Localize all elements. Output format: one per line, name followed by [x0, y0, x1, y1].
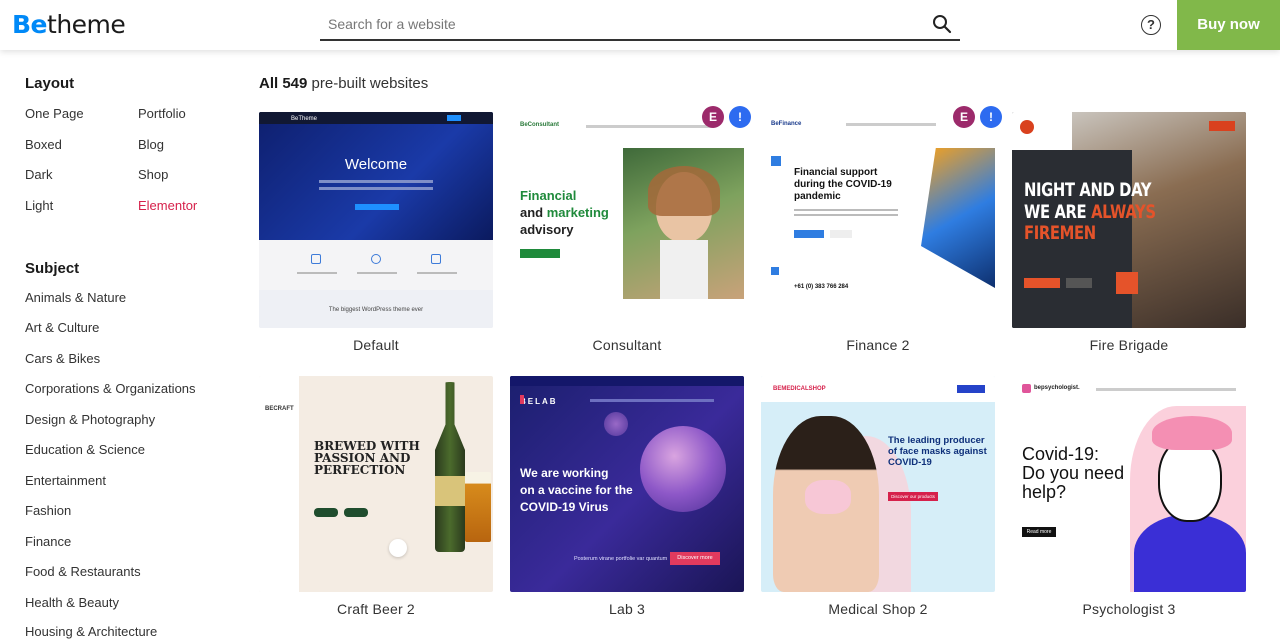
play-icon — [389, 539, 407, 557]
alert-badge-icon: ! — [729, 106, 751, 128]
website-thumbnail[interactable]: BeTheme Welcome The biggest WordPress th… — [259, 112, 493, 328]
website-card-medical-shop-2[interactable]: BEMEDICALSHOP The leading producer of fa… — [761, 376, 995, 617]
play-icon — [1116, 272, 1138, 294]
layout-heading: Layout — [25, 75, 75, 92]
website-thumbnail[interactable]: bepsychologist. Covid-19: Do you need he… — [1012, 376, 1246, 592]
layout-item-boxed[interactable]: Boxed — [25, 137, 62, 152]
websites-count-title: All 549 pre-built websites — [259, 75, 429, 92]
buy-now-button[interactable]: Buy now — [1177, 0, 1280, 50]
subject-item[interactable]: Entertainment — [25, 473, 106, 488]
subject-item[interactable]: Finance — [25, 534, 71, 549]
website-thumbnail[interactable]: BeConsultant Financial and marketing adv… — [510, 112, 744, 328]
layout-item-portfolio[interactable]: Portfolio — [138, 106, 186, 121]
card-title[interactable]: Psychologist 3 — [1012, 601, 1246, 617]
subject-item[interactable]: Fashion — [25, 503, 71, 518]
website-thumbnail[interactable]: BELAB We are working on a vaccine for th… — [510, 376, 744, 592]
subject-item[interactable]: Art & Culture — [25, 320, 99, 335]
subject-item[interactable]: Health & Beauty — [25, 595, 119, 610]
layout-item-elementor[interactable]: Elementor — [138, 198, 197, 213]
elementor-badge-icon: E — [702, 106, 724, 128]
layout-item-dark[interactable]: Dark — [25, 167, 52, 182]
subject-item[interactable]: Design & Photography — [25, 412, 155, 427]
layout-item-shop[interactable]: Shop — [138, 167, 168, 182]
subject-item[interactable]: Corporations & Organizations — [25, 381, 196, 396]
website-card-craft-beer-2[interactable]: BECRAFT BREWED WITH PASSION AND PERFECTI… — [259, 376, 493, 617]
card-title[interactable]: Lab 3 — [510, 601, 744, 617]
search-icon[interactable] — [932, 14, 952, 34]
subject-item[interactable]: Housing & Architecture — [25, 624, 157, 639]
face-mask — [805, 480, 851, 514]
alert-badge-icon: ! — [980, 106, 1002, 128]
face-illustration — [1158, 438, 1222, 522]
subject-heading: Subject — [25, 260, 80, 277]
card-title[interactable]: Consultant — [510, 337, 744, 353]
elementor-badge-icon: E — [953, 106, 975, 128]
search-bar — [320, 10, 960, 41]
search-input[interactable] — [320, 10, 910, 38]
card-title[interactable]: Finance 2 — [761, 337, 995, 353]
subject-item[interactable]: Cars & Bikes — [25, 351, 100, 366]
subject-item[interactable]: Food & Restaurants — [25, 564, 141, 579]
website-thumbnail[interactable]: BECRAFT BREWED WITH PASSION AND PERFECTI… — [259, 376, 493, 592]
website-card-fire-brigade[interactable]: NIGHT AND DAY WE ARE ALWAYS FIREMEN Fire… — [1012, 112, 1246, 353]
website-card-default[interactable]: BeTheme Welcome The biggest WordPress th… — [259, 112, 493, 353]
top-header: Betheme ? Buy now — [0, 0, 1280, 50]
subject-item[interactable]: Animals & Nature — [25, 290, 126, 305]
card-title[interactable]: Craft Beer 2 — [259, 601, 493, 617]
website-thumbnail[interactable]: BEMEDICALSHOP The leading producer of fa… — [761, 376, 995, 592]
layout-item-one-page[interactable]: One Page — [25, 106, 84, 121]
virus-image — [640, 426, 726, 512]
beer-glass — [465, 472, 491, 542]
betheme-logo[interactable]: Betheme — [12, 10, 126, 39]
website-thumbnail[interactable]: NIGHT AND DAY WE ARE ALWAYS FIREMEN — [1012, 112, 1246, 328]
hero-banner — [259, 112, 493, 240]
website-card-consultant[interactable]: BeConsultant Financial and marketing adv… — [510, 112, 744, 353]
card-title[interactable]: Medical Shop 2 — [761, 601, 995, 617]
website-card-lab-3[interactable]: BELAB We are working on a vaccine for th… — [510, 376, 744, 617]
website-card-psychologist-3[interactable]: bepsychologist. Covid-19: Do you need he… — [1012, 376, 1246, 617]
website-thumbnail[interactable]: BeFinance Financial support during the C… — [761, 112, 995, 328]
finance-graphic — [921, 148, 995, 288]
website-card-finance-2[interactable]: BeFinance Financial support during the C… — [761, 112, 995, 353]
layout-item-blog[interactable]: Blog — [138, 137, 164, 152]
help-icon[interactable]: ? — [1141, 15, 1161, 35]
beer-bottle — [435, 382, 465, 552]
subject-item[interactable]: Education & Science — [25, 442, 145, 457]
layout-item-light[interactable]: Light — [25, 198, 53, 213]
card-title[interactable]: Fire Brigade — [1012, 337, 1246, 353]
card-title[interactable]: Default — [259, 337, 493, 353]
